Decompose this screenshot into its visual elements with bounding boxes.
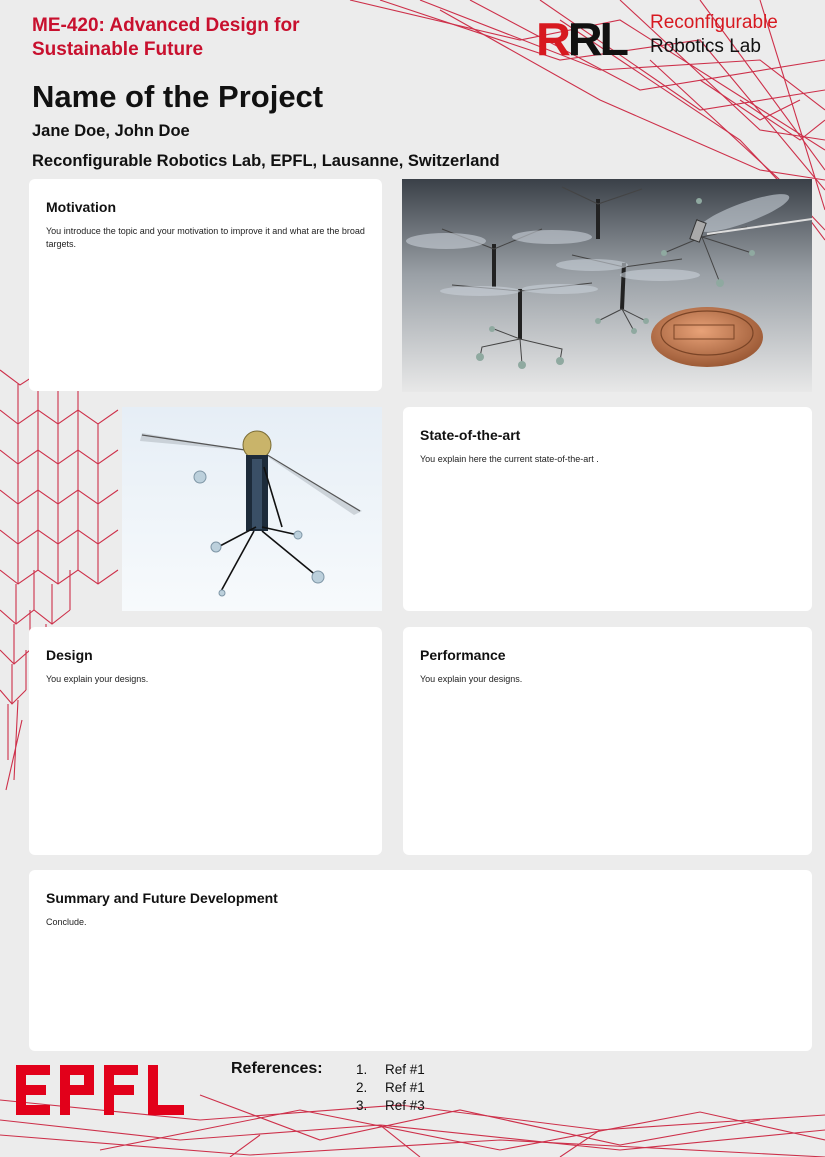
rrl-logo-name-line1: Reconfigurable [650, 12, 778, 33]
summary-panel: Summary and Future Development Conclude. [29, 870, 812, 1051]
references-label: References: [231, 1060, 323, 1077]
reference-item: 1. Ref #1 [356, 1062, 425, 1077]
performance-panel: Performance You explain your designs. [403, 627, 812, 855]
robot-swarm-photo [402, 179, 812, 392]
state-of-the-art-body: You explain here the current state-of-th… [420, 454, 599, 464]
course-title: ME-420: Advanced Design for Sustainable … [32, 15, 300, 60]
authors: Jane Doe, John Doe [32, 122, 190, 140]
design-body: You explain your designs. [46, 674, 149, 684]
motivation-panel: Motivation You introduce the topic and y… [29, 179, 382, 391]
references-list: 1. Ref #1 2. Ref #1 3. Ref #3 [356, 1061, 425, 1115]
performance-title: Performance [420, 647, 506, 663]
robobee-photo [122, 407, 382, 611]
rrl-logo-name-line2: Robotics Lab [650, 36, 761, 57]
summary-body: Conclude. [46, 917, 87, 927]
performance-body: You explain your designs. [420, 674, 523, 684]
summary-title: Summary and Future Development [46, 890, 278, 906]
design-panel: Design You explain your designs. [29, 627, 382, 855]
state-of-the-art-title: State-of-the-art [420, 427, 521, 443]
rrl-logo-mark: RRL [536, 13, 629, 65]
project-title: Name of the Project [32, 79, 324, 114]
motivation-body: You introduce the topic and your motivat… [46, 226, 365, 249]
rrl-logo: RRL Reconfigurable Robotics Lab [536, 12, 825, 68]
reference-item: 3. Ref #3 [356, 1098, 425, 1113]
reference-item: 2. Ref #1 [356, 1080, 425, 1095]
poster: ME-420: Advanced Design for Sustainable … [0, 0, 825, 1157]
motivation-title: Motivation [46, 199, 116, 215]
state-of-the-art-panel: State-of-the-art You explain here the cu… [403, 407, 812, 611]
affiliation: Reconfigurable Robotics Lab, EPFL, Lausa… [32, 152, 500, 170]
epfl-logo [16, 1065, 184, 1115]
design-title: Design [46, 647, 93, 663]
